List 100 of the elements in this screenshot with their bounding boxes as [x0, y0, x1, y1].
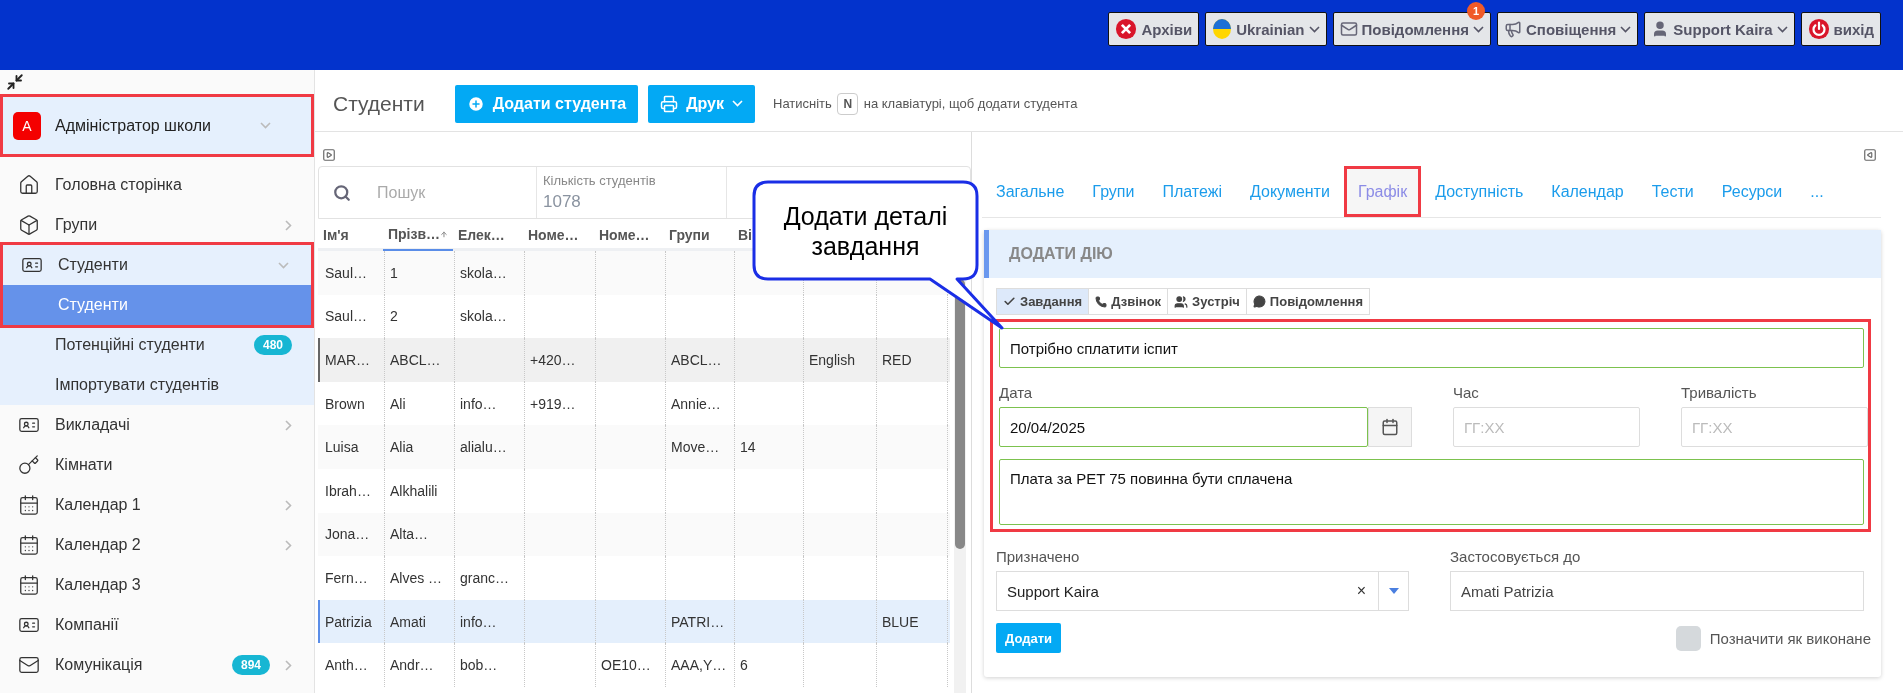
notification-badge: 1 — [1467, 2, 1485, 20]
sidebar-item[interactable]: Комунікація 894 — [0, 645, 314, 685]
top-bar-button[interactable]: Сповіщення — [1497, 12, 1639, 46]
sidebar-item[interactable]: Календар 1 — [0, 485, 314, 525]
table-cell: Alkhalili — [385, 468, 455, 513]
chevron-down-icon — [1620, 25, 1632, 33]
table-row[interactable]: Jona… Alta… — [318, 512, 950, 557]
menu-icon — [18, 494, 40, 516]
power-icon — [1807, 18, 1830, 40]
column-header[interactable]: Елек… — [453, 219, 523, 251]
sidebar-header[interactable]: A Адміністратор школи — [3, 97, 311, 154]
time-field[interactable]: ГГ:ХХ — [1453, 407, 1640, 447]
page-title: Студенти — [333, 91, 425, 116]
sidebar-item[interactable]: Групи — [0, 205, 314, 245]
phone-icon — [1095, 295, 1108, 308]
table-cell: Anth… — [320, 643, 385, 687]
menu-icon — [18, 214, 40, 236]
chevron-down-icon — [1776, 25, 1788, 33]
description-field[interactable]: Плата за PET 75 повинна бути сплачена — [999, 459, 1864, 525]
sidebar-item[interactable]: Календар 2 — [0, 525, 314, 565]
megaphone-icon — [1504, 20, 1522, 38]
assignee-select[interactable]: Support Kaira × — [996, 571, 1409, 611]
top-bar-button[interactable]: Ukrainian — [1205, 12, 1327, 46]
submenu-item[interactable]: Потенційні студенти 480 — [0, 325, 314, 365]
chevron-down-icon — [732, 100, 743, 107]
chevron-down-icon — [260, 122, 271, 129]
applies-to-field[interactable]: Amati Patrizia — [1450, 571, 1864, 611]
table-cell: Alia — [385, 425, 455, 469]
column-header[interactable]: Групи — [664, 219, 733, 251]
table-cell: Move… — [666, 425, 735, 469]
keyboard-hint: Натисніть N на клавіатурі, щоб додати студента — [773, 92, 1078, 115]
menu-icon — [18, 574, 40, 596]
table-row[interactable]: Luisa Alia alialu… Move… 14 — [318, 425, 950, 469]
table-cell: Luisa — [320, 425, 385, 469]
title-field[interactable]: Потрібно сплатити іспит — [999, 328, 1864, 368]
table-cell: Andr… — [385, 643, 455, 687]
table-cell: English — [804, 338, 877, 382]
field-label: Застосовується до — [1450, 548, 1582, 565]
table-cell: Saul… — [320, 251, 385, 295]
sidebar-item[interactable]: Кімнати — [0, 445, 314, 485]
column-header[interactable]: Ім'я — [318, 219, 383, 251]
action-type-tab[interactable]: Зустріч — [1167, 288, 1247, 315]
calendar-button[interactable] — [1368, 407, 1412, 447]
table-cell: granc… — [455, 556, 525, 600]
chevron-right-icon — [285, 499, 292, 511]
action-type-tab[interactable]: Повідомлення — [1245, 288, 1370, 315]
student-count: 1078 — [543, 192, 582, 212]
menu-icon — [18, 534, 40, 556]
column-header[interactable]: Номе… — [523, 219, 594, 251]
close-icon — [1115, 18, 1138, 40]
column-header[interactable]: Номе… — [594, 219, 664, 251]
printer-icon — [660, 94, 679, 113]
table-cell: ABCL… — [385, 338, 455, 382]
search-field[interactable]: Пошук — [375, 182, 515, 203]
menu-icon — [18, 454, 40, 476]
clear-icon[interactable]: × — [1356, 582, 1366, 600]
speech-bubble-icon — [1252, 295, 1266, 308]
sidebar-item[interactable]: Календар 3 — [0, 565, 314, 605]
collapse-icon[interactable] — [6, 73, 24, 91]
plus-icon — [466, 94, 485, 113]
action-type-tab[interactable]: Дзвінок — [1088, 288, 1169, 315]
card-title: ДОДАТИ ДІЮ — [984, 230, 1881, 278]
menu-icon — [18, 174, 40, 196]
envelope-icon — [1339, 20, 1358, 38]
expand-panel-icon[interactable] — [322, 148, 336, 162]
collapse-panel-icon[interactable] — [1863, 148, 1877, 162]
table-row[interactable]: MAR… ABCL… +420… ABCL… English RED — [318, 338, 950, 382]
scrollbar-thumb[interactable] — [955, 279, 965, 549]
date-field[interactable]: 20/04/2025 — [999, 407, 1368, 447]
table-cell: bob… — [455, 643, 525, 687]
top-bar-button[interactable]: Архіви — [1108, 12, 1200, 46]
chevron-right-icon — [285, 539, 292, 551]
table-cell: alialu… — [455, 425, 525, 469]
checkbox[interactable] — [1675, 625, 1701, 651]
users-icon — [1174, 294, 1189, 309]
table-row[interactable]: Patrizia Amati info… PATRI… BLUE — [318, 599, 950, 644]
chevron-right-icon — [285, 219, 292, 231]
field-label: Дата — [999, 384, 1034, 401]
sidebar-item[interactable]: Викладачі — [0, 405, 314, 445]
table-cell: MAR… — [320, 338, 385, 382]
table-cell: skola… — [455, 251, 525, 295]
flag-icon — [1212, 18, 1233, 40]
menu-icon — [18, 654, 40, 676]
top-bar-button[interactable]: вихід — [1800, 12, 1881, 46]
table-cell: OE10… — [596, 643, 666, 687]
top-bar-button[interactable]: Support Kaira — [1644, 12, 1795, 46]
sidebar-item[interactable]: Головна сторінка — [0, 165, 314, 205]
submenu-item[interactable]: Імпортувати студентів — [0, 365, 314, 405]
action-type-tab[interactable]: Завдання — [996, 288, 1090, 315]
sidebar-item[interactable]: Компанії — [0, 605, 314, 645]
check-icon — [1003, 295, 1016, 308]
duration-field[interactable]: ГГ:ХХ — [1681, 407, 1868, 447]
table-cell: Ibrah… — [320, 468, 385, 513]
search-icon — [333, 183, 351, 202]
chevron-right-icon — [285, 659, 292, 671]
table-cell: 1 — [385, 251, 455, 295]
table-cell: AAA,Y… — [666, 643, 735, 687]
avatar: A — [13, 111, 41, 140]
field-label: Час — [1453, 384, 1480, 401]
chevron-down-icon — [278, 261, 289, 269]
